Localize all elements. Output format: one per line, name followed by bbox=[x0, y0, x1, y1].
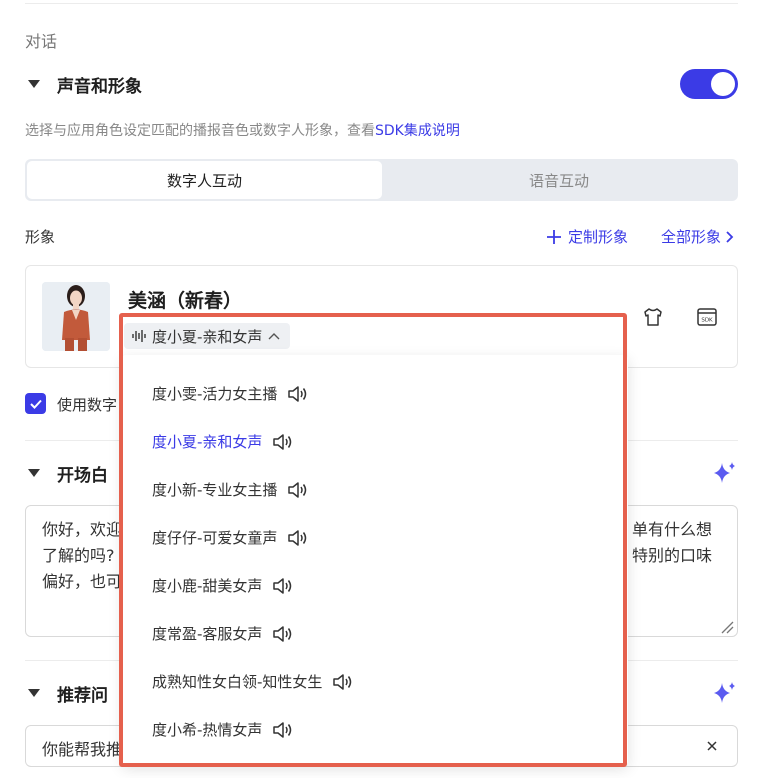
voice-option-label: 度小希-热情女声 bbox=[152, 721, 263, 739]
voice-option[interactable]: 度小希-热情女声 bbox=[152, 719, 292, 740]
voice-option[interactable]: 度仔仔-可爱女童声 bbox=[152, 527, 307, 548]
chevron-up-icon bbox=[268, 333, 280, 340]
avatar-name: 美涵（新春） bbox=[128, 290, 243, 312]
svg-text:SDK: SDK bbox=[701, 318, 713, 324]
voice-toggle[interactable] bbox=[680, 69, 738, 99]
recommend-title: 推荐问 bbox=[57, 686, 108, 706]
custom-avatar-button[interactable]: 定制形象 bbox=[546, 226, 628, 247]
top-divider bbox=[25, 3, 738, 4]
voice-option[interactable]: 度小鹿-甜美女声 bbox=[152, 575, 292, 596]
all-avatars-label: 全部形象 bbox=[661, 228, 722, 246]
avatar-card[interactable]: 美涵（新春） 度小夏-亲和女声 SDK bbox=[25, 265, 738, 368]
collapse-caret-icon[interactable] bbox=[28, 689, 40, 697]
voice-description: 选择与应用角色设定匹配的播报音色或数字人形象，查看SDK集成说明 bbox=[25, 120, 460, 140]
textarea-line: 你好，欢迎 bbox=[42, 520, 123, 539]
voice-option[interactable]: 度小雯-活力女主播 bbox=[152, 383, 307, 404]
avatar-section-label: 形象 bbox=[25, 228, 56, 246]
voice-select[interactable]: 度小夏-亲和女声 bbox=[124, 323, 291, 349]
textarea-line: 单有什么想 bbox=[632, 520, 713, 539]
voice-option-label: 度常盈-客服女声 bbox=[152, 625, 263, 643]
description-text: 选择与应用角色设定匹配的播报音色或数字人形象，查看 bbox=[25, 123, 375, 139]
use-digital-label: 使用数字 bbox=[57, 396, 118, 414]
avatar-image bbox=[42, 282, 110, 351]
collapse-caret-icon[interactable] bbox=[28, 469, 40, 477]
speaker-icon[interactable] bbox=[287, 481, 307, 499]
all-avatars-button[interactable]: 全部形象 bbox=[661, 226, 735, 247]
tshirt-icon[interactable] bbox=[642, 306, 664, 328]
mode-tabs: 数字人互动 语音互动 bbox=[25, 159, 738, 201]
speaker-icon[interactable] bbox=[272, 625, 292, 643]
textarea-line: 特别的口味 bbox=[632, 546, 713, 565]
textarea-line: 了解的吗? bbox=[42, 546, 115, 565]
voice-option-label: 度仔仔-可爱女童声 bbox=[152, 529, 278, 547]
voice-option[interactable]: 成熟知性女白领-知性女生 bbox=[152, 671, 352, 692]
sdk-icon[interactable]: SDK bbox=[696, 306, 718, 328]
chevron-right-icon bbox=[726, 230, 734, 243]
textarea-line: 偏好，也可 bbox=[42, 572, 123, 591]
soundwave-icon bbox=[132, 330, 146, 342]
tab-digital-human[interactable]: 数字人互动 bbox=[27, 161, 382, 199]
voice-select-value: 度小夏-亲和女声 bbox=[152, 327, 263, 346]
speaker-icon[interactable] bbox=[287, 385, 307, 403]
speaker-icon[interactable] bbox=[332, 673, 352, 691]
speaker-icon[interactable] bbox=[287, 529, 307, 547]
voice-option-label: 度小雯-活力女主播 bbox=[152, 385, 278, 403]
use-digital-checkbox[interactable] bbox=[25, 393, 46, 414]
recommend-input-value: 你能帮我推 bbox=[42, 740, 123, 759]
voice-option-label: 度小新-专业女主播 bbox=[152, 481, 278, 499]
check-icon bbox=[29, 399, 42, 409]
custom-avatar-label: 定制形象 bbox=[568, 228, 629, 246]
voice-group-title: 声音和形象 bbox=[57, 77, 142, 97]
voice-dropdown: 度小雯-活力女主播 度小夏-亲和女声 度小新-专业女主播 度仔仔-可爱女童声 度… bbox=[122, 355, 628, 765]
ai-sparkle-icon[interactable] bbox=[712, 680, 738, 706]
voice-option-label: 度小鹿-甜美女声 bbox=[152, 577, 263, 595]
section-label: 对话 bbox=[25, 32, 58, 51]
collapse-caret-icon[interactable] bbox=[28, 80, 40, 88]
clear-icon[interactable] bbox=[706, 740, 718, 752]
speaker-icon[interactable] bbox=[272, 577, 292, 595]
plus-icon bbox=[547, 229, 561, 244]
toggle-knob bbox=[711, 72, 735, 96]
opening-title: 开场白 bbox=[57, 466, 108, 486]
speaker-icon[interactable] bbox=[272, 433, 292, 451]
voice-option-selected[interactable]: 度小夏-亲和女声 bbox=[152, 431, 292, 452]
sdk-doc-link[interactable]: SDK集成说明 bbox=[375, 123, 460, 139]
resize-handle-icon[interactable] bbox=[720, 620, 734, 634]
voice-option[interactable]: 度小新-专业女主播 bbox=[152, 479, 307, 500]
ai-sparkle-icon[interactable] bbox=[712, 460, 738, 486]
voice-option[interactable]: 度常盈-客服女声 bbox=[152, 623, 292, 644]
voice-option-label: 度小夏-亲和女声 bbox=[152, 433, 263, 451]
tab-voice[interactable]: 语音互动 bbox=[382, 161, 736, 199]
voice-option-label: 成熟知性女白领-知性女生 bbox=[152, 673, 323, 691]
speaker-icon[interactable] bbox=[272, 721, 292, 739]
